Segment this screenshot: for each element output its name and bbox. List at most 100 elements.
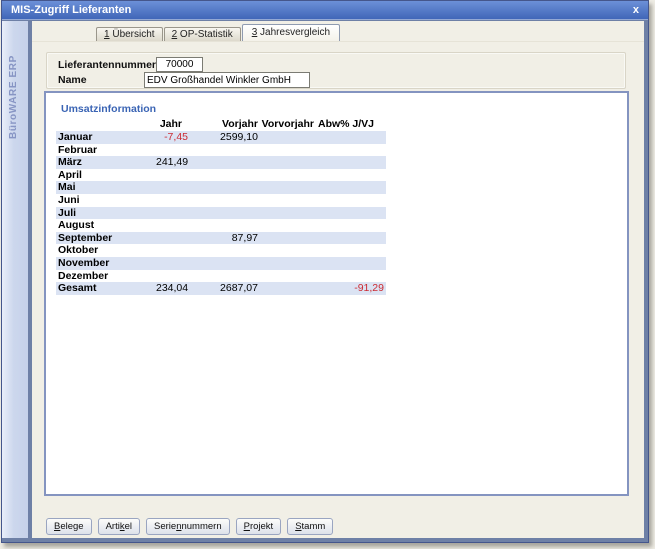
value-cell: -91,29 xyxy=(318,282,386,295)
value-cell xyxy=(318,257,386,270)
value-cell: 2599,10 xyxy=(188,131,258,144)
value-cell: 87,97 xyxy=(188,232,258,245)
month-cell: Januar xyxy=(56,131,156,144)
close-icon[interactable]: x xyxy=(633,1,639,20)
stamm-button[interactable]: Stamm xyxy=(287,518,333,535)
value-cell xyxy=(156,232,188,245)
belege-button[interactable]: Belege xyxy=(46,518,92,535)
value-cell xyxy=(258,244,318,257)
table-rows: Januar-7,452599,10FebruarMärz241,49April… xyxy=(56,131,386,295)
value-cell: 241,49 xyxy=(156,156,188,169)
tab-strip: 1 Übersicht2 OP-Statistik3 Jahresverglei… xyxy=(96,24,341,41)
value-cell: 2687,07 xyxy=(188,282,258,295)
value-cell xyxy=(258,282,318,295)
month-cell: September xyxy=(56,232,156,245)
value-cell xyxy=(188,257,258,270)
month-cell: Juni xyxy=(56,194,156,207)
month-cell: März xyxy=(56,156,156,169)
tab-1[interactable]: 1 Übersicht xyxy=(96,27,163,41)
artikel-button[interactable]: Artikel xyxy=(98,518,140,535)
value-cell xyxy=(188,219,258,232)
value-cell xyxy=(318,169,386,182)
table-row[interactable]: April xyxy=(56,169,386,182)
table-row[interactable]: September 87,97 xyxy=(56,232,386,245)
value-cell: 234,04 xyxy=(156,282,188,295)
value-cell xyxy=(156,257,188,270)
value-cell xyxy=(156,219,188,232)
revenue-table: JahrVorjahrVorvorjahrAbw% J/VJ Januar-7,… xyxy=(56,118,386,295)
revenue-panel: Umsatzinformation JahrVorjahrVorvorjahrA… xyxy=(44,91,629,496)
month-cell: Oktober xyxy=(56,244,156,257)
value-cell xyxy=(188,270,258,283)
supplier-name-label: Name xyxy=(58,74,87,86)
value-cell xyxy=(258,232,318,245)
supplier-number-field[interactable] xyxy=(156,57,203,72)
table-row[interactable]: Januar-7,452599,10 xyxy=(56,131,386,144)
supplier-number-label: Lieferantennummer xyxy=(58,59,156,71)
table-header-cell: Abw% J/VJ xyxy=(318,118,386,131)
value-cell xyxy=(156,270,188,283)
value-cell xyxy=(258,156,318,169)
month-cell: November xyxy=(56,257,156,270)
month-cell: April xyxy=(56,169,156,182)
value-cell: -7,45 xyxy=(156,131,188,144)
value-cell xyxy=(258,257,318,270)
projekt-button[interactable]: Projekt xyxy=(236,518,282,535)
value-cell xyxy=(318,131,386,144)
value-cell xyxy=(318,232,386,245)
value-cell xyxy=(258,144,318,157)
value-cell xyxy=(318,244,386,257)
table-row[interactable]: November xyxy=(56,257,386,270)
table-row[interactable]: Gesamt234,042687,07 -91,29 xyxy=(56,282,386,295)
value-cell xyxy=(318,181,386,194)
value-cell xyxy=(156,144,188,157)
table-header-row: JahrVorjahrVorvorjahrAbw% J/VJ xyxy=(56,118,386,131)
month-cell: Mai xyxy=(56,181,156,194)
month-cell: Februar xyxy=(56,144,156,157)
value-cell xyxy=(188,244,258,257)
table-header-cell xyxy=(56,118,156,131)
title-bar: MIS-Zugriff Lieferanten x xyxy=(2,1,648,20)
value-cell xyxy=(318,219,386,232)
value-cell xyxy=(188,207,258,220)
table-row[interactable]: Juni xyxy=(56,194,386,207)
brand-sidebar: BüroWARE ERP xyxy=(2,21,28,538)
table-row[interactable]: August xyxy=(56,219,386,232)
value-cell xyxy=(318,207,386,220)
table-row[interactable]: März241,49 xyxy=(56,156,386,169)
value-cell xyxy=(258,194,318,207)
seriennummern-button[interactable]: Seriennummern xyxy=(146,518,230,535)
value-cell xyxy=(258,131,318,144)
table-row[interactable]: Juli xyxy=(56,207,386,220)
value-cell xyxy=(156,194,188,207)
section-title: Umsatzinformation xyxy=(61,103,156,115)
value-cell xyxy=(188,144,258,157)
tab-3[interactable]: 3 Jahresvergleich xyxy=(242,24,340,41)
tab-strip-baseline xyxy=(32,41,644,42)
value-cell xyxy=(188,169,258,182)
brand-vertical-text: BüroWARE ERP xyxy=(8,55,19,139)
month-cell: Juli xyxy=(56,207,156,220)
value-cell xyxy=(258,181,318,194)
main-content: 1 Übersicht2 OP-Statistik3 Jahresverglei… xyxy=(32,21,644,538)
table-header-cell: Vorvorjahr xyxy=(258,118,318,131)
app-window: MIS-Zugriff Lieferanten x BüroWARE ERP 1… xyxy=(1,0,649,543)
table-row[interactable]: Oktober xyxy=(56,244,386,257)
value-cell xyxy=(258,219,318,232)
tab-2[interactable]: 2 OP-Statistik xyxy=(164,27,241,41)
table-row[interactable]: Mai xyxy=(56,181,386,194)
value-cell xyxy=(318,270,386,283)
value-cell xyxy=(318,156,386,169)
value-cell xyxy=(188,181,258,194)
value-cell xyxy=(156,181,188,194)
table-row[interactable]: Dezember xyxy=(56,270,386,283)
month-cell: Gesamt xyxy=(56,282,156,295)
table-header-cell: Jahr xyxy=(156,118,188,131)
supplier-name-field[interactable] xyxy=(144,72,310,88)
value-cell xyxy=(318,144,386,157)
month-cell: August xyxy=(56,219,156,232)
bottom-button-bar: Belege Artikel Seriennummern Projekt Stamm xyxy=(46,518,333,535)
value-cell xyxy=(258,207,318,220)
value-cell xyxy=(318,194,386,207)
table-row[interactable]: Februar xyxy=(56,144,386,157)
